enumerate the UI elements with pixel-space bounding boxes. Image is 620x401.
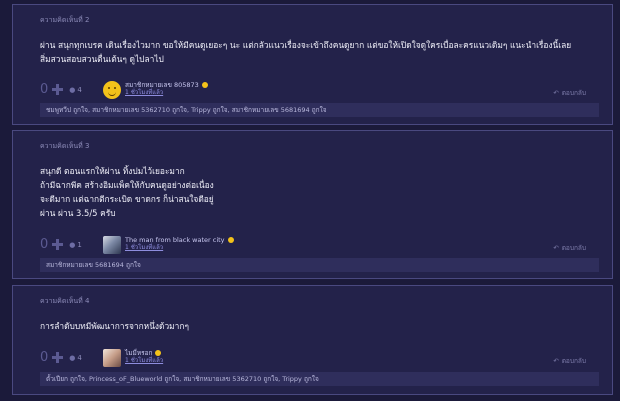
comment-number: ความคิดเห็นที่ 2: [40, 16, 90, 24]
comment-line: จะดีมาก แต่ฉากตีกระเบิด ขาดกร ก็น่าสนใจด…: [40, 194, 214, 204]
likes-bar: สมาชิกหมายเลข 5681694 ถูกใจ: [40, 258, 599, 272]
member-badge-icon: [227, 237, 234, 243]
comment-line: ผ่าน ผ่าน 3.5/5 ครับ: [40, 208, 116, 218]
vote-count: 0: [40, 350, 49, 365]
reply-button[interactable]: ↶ ตอบกลับ: [553, 356, 586, 366]
reply-button[interactable]: ↶ ตอบกลับ: [553, 243, 586, 253]
reply-label[interactable]: ตอบกลับ: [562, 89, 586, 97]
comment-body: สนุกดี ตอนแรกให้ผ่าน ทิ้งปมไว้เยอะมาก ถ้…: [40, 164, 600, 220]
comment-line: การลำดับบทมีพัฒนาการจากหนึ่งด้วมากๆ: [40, 321, 189, 331]
comment-number: ความคิดเห็นที่ 4: [40, 297, 90, 305]
vote-row: 0 ● 4: [40, 350, 82, 365]
vote-row: 0 ● 1: [40, 237, 82, 252]
likes-bar: ชมพูทวีป ถูกใจ, สมาชิกหมายเลข 5362710 ถู…: [40, 103, 599, 117]
reply-label[interactable]: ตอบกลับ: [562, 357, 586, 365]
comment-line: ถ้ามีฉากพีค สร้างอิมแพ็คให้กับคนดูอย่างต…: [40, 180, 214, 190]
emotion-icon[interactable]: ●: [69, 241, 75, 249]
emotion-count: 4: [77, 85, 82, 94]
comment-card: ความคิดเห็นที่ 2 ผ่าน สนุกทุกเบรค เดินเร…: [12, 4, 613, 125]
plus-icon[interactable]: [52, 84, 64, 95]
emotion-icon[interactable]: ●: [69, 86, 75, 94]
reply-label[interactable]: ตอบกลับ: [562, 244, 586, 252]
emotion-icon[interactable]: ●: [69, 354, 75, 362]
emotion-count: 4: [77, 353, 82, 362]
vote-count: 0: [40, 237, 49, 252]
emotion-count: 1: [77, 240, 82, 249]
likes-bar: ตั้วเปียก ถูกใจ, Princess_oF_Blueworld ถ…: [40, 372, 599, 386]
comment-line: สิ่มสวนสอบสวนตื่นเต้นๆ ดูไปลาไป: [40, 54, 164, 64]
author-name[interactable]: สมาชิกหมายเลข 805873: [125, 81, 208, 89]
avatar[interactable]: [103, 81, 121, 99]
member-badge-icon: [155, 350, 162, 356]
author-name-text[interactable]: ไมมี่หรอก: [125, 349, 152, 357]
plus-icon[interactable]: [52, 352, 64, 363]
avatar[interactable]: [103, 236, 121, 254]
comment-number: ความคิดเห็นที่ 3: [40, 142, 90, 150]
comment-author: สมาชิกหมายเลข 805873 1 ชั่วโมงที่แล้ว: [103, 81, 208, 99]
comment-card: ความคิดเห็นที่ 4 การลำดับบทมีพัฒนาการจาก…: [12, 285, 613, 395]
reply-button[interactable]: ↶ ตอบกลับ: [553, 88, 586, 98]
avatar[interactable]: [103, 349, 121, 367]
comment-author: The man from black water city 1 ชั่วโมงท…: [103, 236, 234, 254]
vote-count: 0: [40, 82, 49, 97]
comment-body: ผ่าน สนุกทุกเบรค เดินเรื่องไวมาก ขอให้มี…: [40, 38, 600, 66]
comment-time-link[interactable]: 1 ชั่วโมงที่แล้ว: [125, 244, 234, 252]
comment-author: ไมมี่หรอก 1 ชั่วโมงที่แล้ว: [103, 349, 163, 367]
comment-line: สนุกดี ตอนแรกให้ผ่าน ทิ้งปมไว้เยอะมาก: [40, 166, 185, 176]
vote-row: 0 ● 4: [40, 82, 82, 97]
author-name-text[interactable]: The man from black water city: [125, 236, 225, 244]
comment-time-link[interactable]: 1 ชั่วโมงที่แล้ว: [125, 89, 208, 97]
reply-arrow-icon: ↶: [553, 357, 559, 365]
comment-card: ความคิดเห็นที่ 3 สนุกดี ตอนแรกให้ผ่าน ทิ…: [12, 130, 613, 279]
plus-icon[interactable]: [52, 239, 64, 250]
author-name[interactable]: The man from black water city: [125, 236, 234, 244]
reply-arrow-icon: ↶: [553, 244, 559, 252]
author-name-text[interactable]: สมาชิกหมายเลข 805873: [125, 81, 199, 89]
comment-body: การลำดับบทมีพัฒนาการจากหนึ่งด้วมากๆ: [40, 319, 600, 333]
member-badge-icon: [201, 82, 208, 88]
comment-time-link[interactable]: 1 ชั่วโมงที่แล้ว: [125, 357, 163, 365]
comment-line: ผ่าน สนุกทุกเบรค เดินเรื่องไวมาก ขอให้มี…: [40, 40, 572, 50]
author-name[interactable]: ไมมี่หรอก: [125, 349, 163, 357]
reply-arrow-icon: ↶: [553, 89, 559, 97]
